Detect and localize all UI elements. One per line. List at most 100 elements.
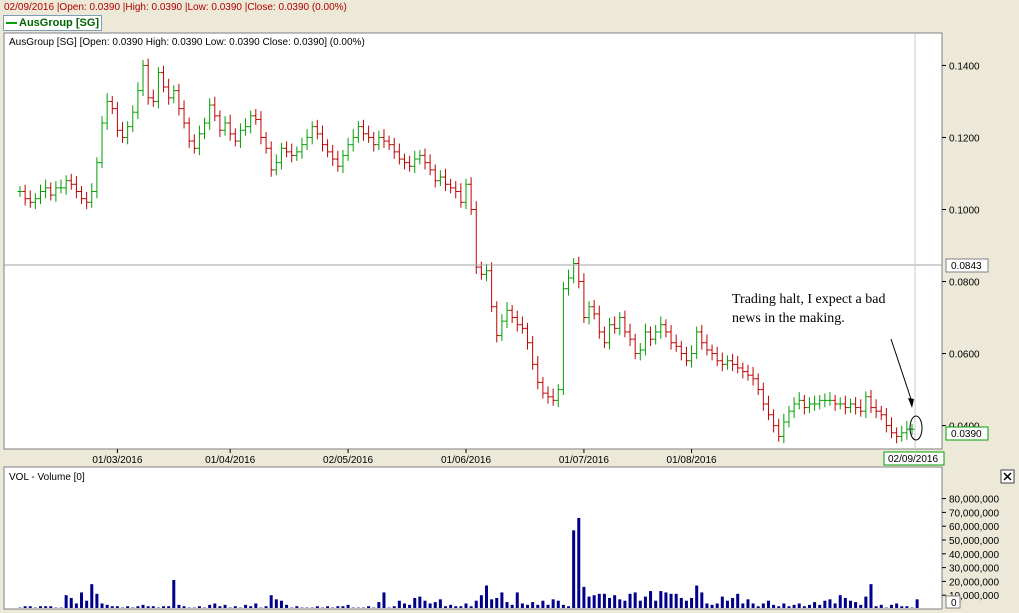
x-tick-label: 02/05/2016 [323, 455, 373, 466]
volume-bar [341, 606, 345, 608]
x-tick-label: 01/04/2016 [205, 455, 255, 466]
volume-bar [264, 606, 268, 608]
volume-tick-label: 30,000,000 [949, 564, 999, 575]
volume-bar [710, 604, 714, 608]
volume-bar [597, 593, 601, 608]
volume-bar [864, 596, 868, 608]
price-volume-chart[interactable]: AusGroup [SG] [Open: 0.0390 High: 0.0390… [0, 0, 1019, 613]
volume-bar [705, 603, 709, 608]
volume-bar [833, 603, 837, 608]
volume-bar [233, 606, 237, 608]
volume-bar [495, 597, 499, 608]
volume-bar [126, 606, 130, 608]
annotation-line-2: news in the making. [732, 311, 845, 326]
x-tick-label: 01/03/2016 [92, 455, 142, 466]
price-panel-title: AusGroup [SG] [Open: 0.0390 High: 0.0390… [9, 37, 365, 48]
volume-bar [433, 602, 437, 608]
volume-bar [382, 592, 386, 608]
volume-bar [285, 604, 289, 608]
x-tick-label: 01/07/2016 [559, 455, 609, 466]
volume-bar [367, 606, 371, 608]
volume-bar [274, 599, 278, 608]
volume-bar [336, 606, 340, 608]
volume-bar [249, 606, 253, 608]
volume-bar [669, 593, 673, 608]
volume-bar [526, 604, 530, 608]
volume-bar [577, 517, 581, 608]
volume-bar [649, 591, 653, 608]
volume-bar [623, 600, 627, 608]
volume-bar [449, 604, 453, 608]
volume-tick-label: 20,000,000 [949, 577, 999, 588]
volume-bar [295, 606, 299, 608]
volume-bar [213, 603, 217, 608]
volume-bar [587, 596, 591, 608]
x-tick-label: 01/08/2016 [667, 455, 717, 466]
volume-bar [28, 606, 32, 608]
volume-bar [510, 604, 514, 608]
volume-bar [567, 606, 571, 608]
y-tick-label: 0.1000 [949, 205, 980, 216]
volume-bar [592, 595, 596, 608]
volume-tick-label: 60,000,000 [949, 522, 999, 533]
volume-bar [556, 600, 560, 608]
volume-bar [582, 586, 586, 608]
close-panel-button[interactable] [1000, 469, 1015, 484]
volume-bar [792, 604, 796, 608]
volume-bar [469, 606, 473, 608]
volume-bar [151, 606, 155, 608]
volume-bar [39, 606, 43, 608]
volume-bar [80, 592, 84, 608]
volume-bar [915, 599, 919, 608]
volume-bar [720, 596, 724, 608]
volume-bar [500, 592, 504, 608]
volume-bar [197, 606, 201, 608]
volume-bar [797, 603, 801, 608]
y-tick-label: 0.1200 [949, 133, 980, 144]
volume-bar [777, 606, 781, 608]
volume-bar [23, 606, 27, 608]
volume-bar [715, 603, 719, 608]
volume-bar [146, 606, 150, 608]
volume-bar [807, 604, 811, 608]
volume-bar [818, 604, 822, 608]
volume-bar [572, 530, 576, 608]
volume-tick-label: 70,000,000 [949, 508, 999, 519]
volume-bar [741, 603, 745, 608]
volume-bar [874, 606, 878, 608]
volume-y-axis: 10,000,00020,000,00030,000,00040,000,000… [942, 495, 999, 602]
volume-bar [479, 595, 483, 608]
volume-bar [115, 606, 119, 608]
volume-bar [95, 593, 99, 608]
volume-bar [315, 606, 319, 608]
volume-bar [695, 585, 699, 608]
volume-bar [664, 592, 668, 608]
volume-bar [756, 606, 760, 608]
volume-bar [905, 606, 909, 608]
volume-bar [531, 602, 535, 608]
volume-panel[interactable] [3, 466, 943, 610]
volume-panel-title: VOL - Volume [0] [9, 472, 85, 483]
volume-bar [633, 592, 637, 608]
volume-bar [643, 596, 647, 608]
volume-bar [485, 585, 489, 608]
volume-bar [162, 606, 166, 608]
volume-bar [326, 606, 330, 608]
volume-bar [859, 604, 863, 608]
volume-bar [700, 592, 704, 608]
volume-bar [377, 602, 381, 608]
volume-bar [674, 593, 678, 608]
volume-bar [766, 600, 770, 608]
price-panel[interactable] [3, 32, 943, 450]
volume-bar [515, 592, 519, 608]
volume-tick-label: 80,000,000 [949, 495, 999, 506]
volume-bar [725, 600, 729, 608]
volume-bar [177, 604, 181, 608]
volume-bar [392, 606, 396, 608]
volume-bar [746, 599, 750, 608]
date-x-axis: 01/03/2016 01/04/2016 02/05/2016 01/06/2016… [92, 449, 717, 466]
price-y-axis: 0.04000.06000.08000.10000.12000.1400 [942, 61, 980, 433]
volume-bar [100, 603, 104, 608]
volume-bar [848, 600, 852, 608]
volume-bar [731, 597, 735, 608]
